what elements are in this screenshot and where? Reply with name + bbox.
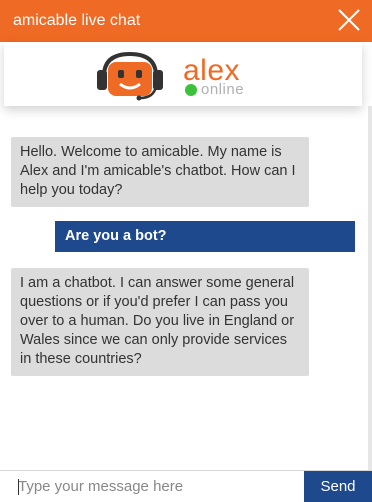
message-list[interactable]: Hello. Welcome to amicable. My name is A… [0,106,372,470]
close-icon[interactable] [334,5,364,35]
message-input[interactable] [0,471,303,502]
send-button[interactable]: Send [304,471,372,502]
text-caret [18,479,19,495]
online-status-dot [185,84,197,96]
chat-titlebar: amicable live chat [0,0,372,42]
bot-message: Hello. Welcome to amicable. My name is A… [11,137,309,207]
bot-message: I am a chatbot. I can answer some genera… [11,268,309,376]
scrollbar[interactable] [368,106,372,470]
user-message: Are you a bot? [55,221,355,252]
chat-title: amicable live chat [13,12,141,29]
bot-header: alex online [4,42,362,106]
bot-status: online [201,81,245,98]
message-composer: Send [0,470,372,502]
robot-headset-icon [97,51,163,101]
